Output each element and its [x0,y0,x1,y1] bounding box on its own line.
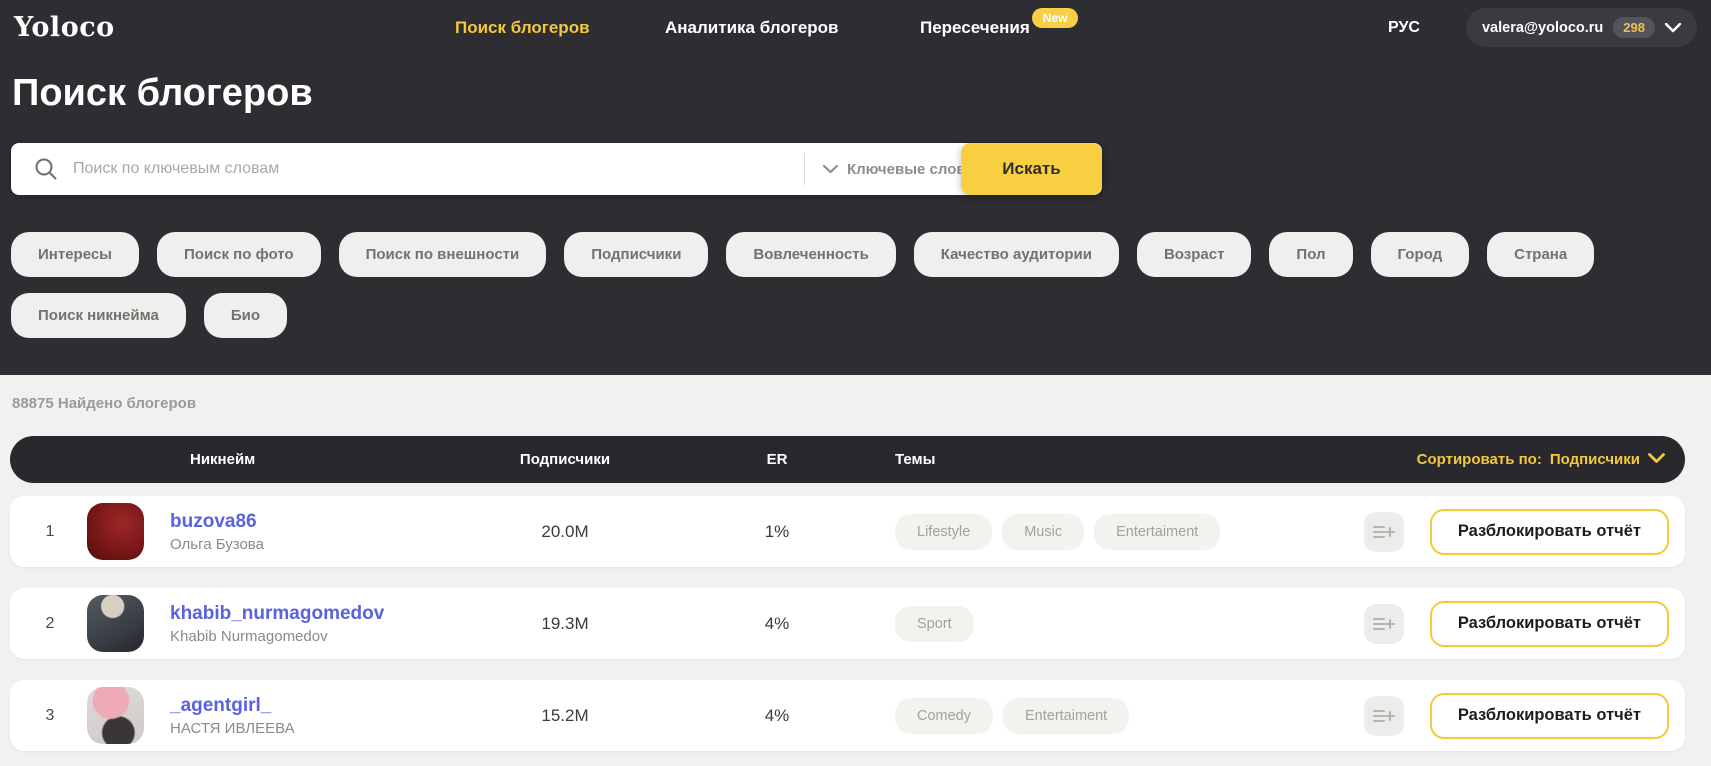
yoloco-logo[interactable]: Yoloco [14,0,115,55]
full-name: Khabib Nurmagomedov [170,628,384,645]
nav-search-bloggers[interactable]: Поиск блогеров [455,0,590,55]
followers-value: 20.0M [490,496,640,567]
full-name: Ольга Бузова [170,536,264,553]
followers-value: 15.2M [490,680,640,751]
er-value: 4% [747,680,807,751]
column-header-followers: Подписчики [490,436,640,483]
avatar[interactable] [87,687,144,744]
topics-list: Lifestyle Music Entertaiment [895,514,1220,550]
filter-bio[interactable]: Био [204,293,287,338]
add-to-list-button[interactable] [1364,604,1404,644]
full-name: НАСТЯ ИВЛЕЕВА [170,720,295,737]
topic-tag: Comedy [895,698,993,734]
unlock-report-button[interactable]: Разблокировать отчёт [1430,509,1669,555]
blogger-names: _agentgirl_ НАСТЯ ИВЛЕЕВА [170,695,295,737]
topic-tag: Entertaiment [1003,698,1129,734]
sort-label: Сортировать по: [1417,451,1542,468]
filter-appearance[interactable]: Поиск по внешности [339,232,547,277]
topics-list: Sport [895,606,974,642]
table-row: 2 khabib_nurmagomedov Khabib Nurmagomedo… [10,588,1685,659]
language-switcher[interactable]: РУС [1388,0,1420,55]
er-value: 1% [747,496,807,567]
table-header: Никнейм Подписчики ER Темы Сортировать п… [10,436,1685,483]
column-header-nickname: Никнейм [190,436,255,483]
followers-value: 19.3M [490,588,640,659]
sort-value: Подписчики [1550,451,1640,468]
results-section: 88875 Найдено блогеров Никнейм Подписчик… [0,375,1711,766]
search-mode-select[interactable]: Ключевые слова [823,143,974,195]
username-link[interactable]: _agentgirl_ [170,695,295,717]
row-rank: 2 [10,588,90,659]
nav-intersections[interactable]: Пересечения New [920,0,1030,55]
chevron-down-icon [1648,451,1665,468]
new-badge: New [1032,8,1079,28]
filter-row-1: Интересы Поиск по фото Поиск по внешност… [11,232,1594,277]
search-mode-label: Ключевые слова [847,161,974,178]
account-email: valera@yoloco.ru [1482,20,1603,36]
results-count: 88875 Найдено блогеров [12,395,196,412]
avatar[interactable] [87,595,144,652]
account-count-badge: 298 [1613,17,1655,38]
filter-interests[interactable]: Интересы [11,232,139,277]
account-menu[interactable]: valera@yoloco.ru 298 [1466,8,1697,47]
blogger-names: buzova86 Ольга Бузова [170,511,264,553]
topic-tag: Lifestyle [895,514,992,550]
filter-row-2: Поиск никнейма Био [11,293,287,338]
list-plus-icon [1373,707,1395,725]
unlock-report-button[interactable]: Разблокировать отчёт [1430,693,1669,739]
table-row: 1 buzova86 Ольга Бузова 20.0M 1% Lifesty… [10,496,1685,567]
add-to-list-button[interactable] [1364,696,1404,736]
search-bar: Ключевые слова Искать [11,143,1102,195]
filter-photo-search[interactable]: Поиск по фото [157,232,321,277]
row-rank: 1 [10,496,90,567]
filter-engagement[interactable]: Вовлеченность [726,232,895,277]
add-to-list-button[interactable] [1364,512,1404,552]
blogger-names: khabib_nurmagomedov Khabib Nurmagomedov [170,603,384,645]
topic-tag: Music [1002,514,1084,550]
sort-control[interactable]: Сортировать по: Подписчики [1417,436,1665,483]
unlock-report-button[interactable]: Разблокировать отчёт [1430,601,1669,647]
list-plus-icon [1373,523,1395,541]
column-header-er: ER [747,436,807,483]
topic-tag: Entertaiment [1094,514,1220,550]
search-submit-button[interactable]: Искать [961,143,1102,195]
filter-audience-quality[interactable]: Качество аудитории [914,232,1119,277]
filter-gender[interactable]: Пол [1269,232,1352,277]
filter-followers[interactable]: Подписчики [564,232,708,277]
search-divider [804,153,805,185]
username-link[interactable]: buzova86 [170,511,264,533]
filter-city[interactable]: Город [1371,232,1470,277]
column-header-topics: Темы [895,436,935,483]
row-rank: 3 [10,680,90,751]
chevron-down-icon [1665,23,1681,33]
username-link[interactable]: khabib_nurmagomedov [170,603,384,625]
avatar[interactable] [87,503,144,560]
search-icon [33,156,59,182]
topics-list: Comedy Entertaiment [895,698,1129,734]
table-row: 3 _agentgirl_ НАСТЯ ИВЛЕЕВА 15.2M 4% Com… [10,680,1685,751]
filter-country[interactable]: Страна [1487,232,1594,277]
list-plus-icon [1373,615,1395,633]
er-value: 4% [747,588,807,659]
nav-intersections-label: Пересечения [920,18,1030,38]
filter-nickname-search[interactable]: Поиск никнейма [11,293,186,338]
top-dark-section: Yoloco Поиск блогеров Аналитика блогеров… [0,0,1711,375]
filter-age[interactable]: Возраст [1137,232,1251,277]
topic-tag: Sport [895,606,974,642]
chevron-down-icon [823,161,838,178]
page-title: Поиск блогеров [12,72,313,115]
nav-blogger-analytics[interactable]: Аналитика блогеров [665,0,839,55]
